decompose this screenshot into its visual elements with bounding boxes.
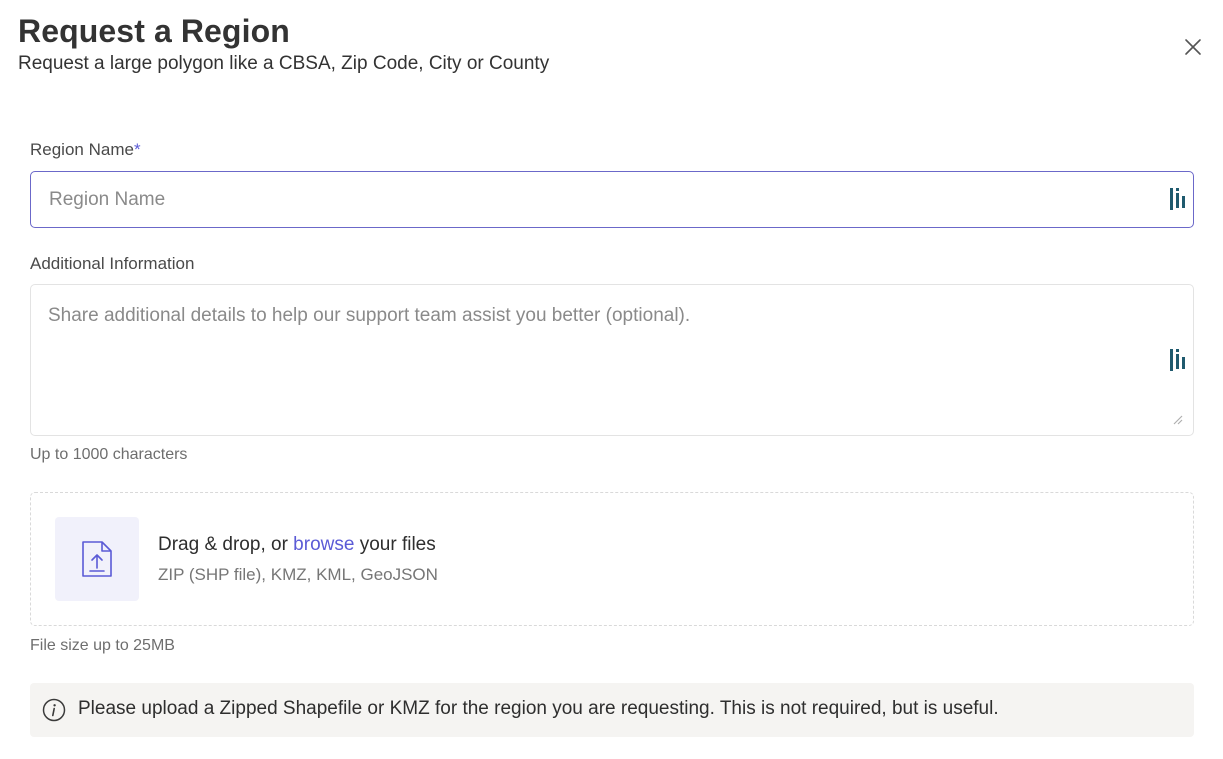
resize-handle-icon[interactable]: [1171, 413, 1183, 425]
region-name-input[interactable]: [31, 172, 1193, 227]
region-name-field[interactable]: [30, 171, 1194, 228]
additional-info-textarea[interactable]: [31, 285, 1193, 435]
required-marker: *: [133, 140, 141, 159]
region-name-label: Region Name*: [30, 140, 141, 160]
upload-button[interactable]: [55, 517, 139, 601]
dropzone-title: Drag & drop, or browse your files: [158, 534, 436, 556]
dialog-title: Request a Region: [18, 13, 290, 49]
additional-info-label: Additional Information: [30, 254, 195, 273]
close-button[interactable]: [1181, 35, 1205, 59]
accepted-formats: ZIP (SHP file), KMZ, KML, GeoJSON: [158, 565, 438, 584]
additional-info-field[interactable]: [30, 284, 1194, 436]
file-dropzone[interactable]: Drag & drop, or browse your files ZIP (S…: [30, 492, 1194, 626]
dialog-subtitle: Request a large polygon like a CBSA, Zip…: [18, 53, 550, 74]
browse-link[interactable]: browse: [293, 534, 354, 555]
close-icon: [1185, 39, 1201, 55]
character-limit-hint: Up to 1000 characters: [30, 446, 188, 463]
dropzone-suffix: your files: [354, 534, 436, 555]
file-upload-icon: [82, 541, 112, 577]
region-name-label-text: Region Name: [30, 140, 134, 159]
info-notice: Please upload a Zipped Shapefile or KMZ …: [30, 683, 1194, 737]
extension-icon[interactable]: [1169, 187, 1187, 211]
info-icon: [42, 698, 66, 722]
notice-text: Please upload a Zipped Shapefile or KMZ …: [78, 698, 999, 719]
dropzone-prefix: Drag & drop, or: [158, 534, 294, 555]
file-size-hint: File size up to 25MB: [30, 637, 175, 654]
extension-icon[interactable]: [1169, 348, 1187, 372]
